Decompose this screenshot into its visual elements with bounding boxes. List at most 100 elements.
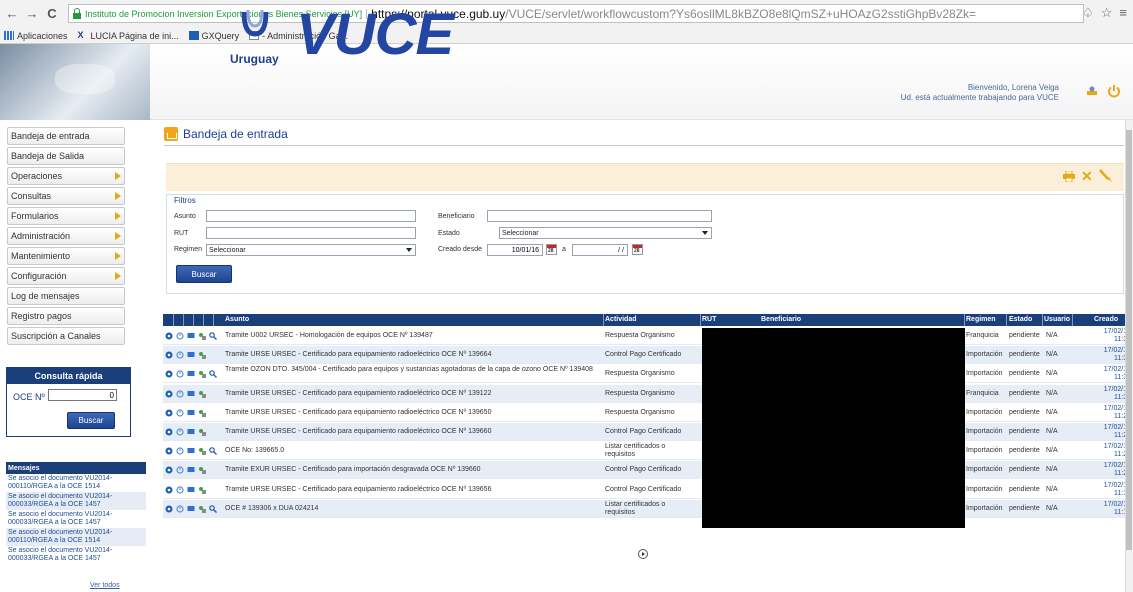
assign-icon[interactable] <box>198 409 206 417</box>
history-icon[interactable] <box>176 466 184 474</box>
search-icon[interactable] <box>209 447 217 456</box>
history-icon[interactable] <box>176 351 184 359</box>
message-item[interactable]: Se asocio el documento VU2014-000110/RGE… <box>6 528 146 546</box>
see-all-messages-link[interactable]: Ver todos <box>90 582 120 589</box>
sidebar-item-8[interactable]: Log de mensajes <box>7 287 125 305</box>
sidebar-item-6[interactable]: Mantenimiento <box>7 247 125 265</box>
open-icon[interactable] <box>165 428 173 436</box>
reload-icon[interactable]: C <box>44 6 60 22</box>
table-row[interactable]: Tramite URSE URSEC - Certificado para eq… <box>163 384 1133 403</box>
star-icon[interactable]: ☆ <box>1101 5 1113 21</box>
next-page-icon[interactable] <box>638 549 648 559</box>
address-bar[interactable]: Instituto de Promocion Inversion Exporta… <box>68 4 1084 23</box>
history-icon[interactable] <box>176 447 184 455</box>
calendar-icon[interactable]: 28 <box>632 244 643 255</box>
table-row[interactable]: Tramite URSE URSEC - Certificado para eq… <box>163 423 1133 441</box>
column-estado[interactable]: Estado <box>1009 316 1032 323</box>
asunto-input[interactable] <box>206 210 416 222</box>
table-row[interactable]: Tramite OZON DTO. 345/004 - Certificado … <box>163 365 1133 384</box>
history-icon[interactable] <box>176 332 184 340</box>
history-icon[interactable] <box>176 389 184 398</box>
open-icon[interactable] <box>165 390 173 398</box>
history-icon[interactable] <box>176 428 184 436</box>
comment-icon[interactable] <box>187 370 195 378</box>
quick-search-input[interactable] <box>48 389 117 401</box>
comment-icon[interactable] <box>187 390 195 398</box>
assign-icon[interactable] <box>198 351 206 360</box>
column-rut[interactable]: RUT <box>702 316 716 323</box>
assign-icon[interactable] <box>198 332 206 340</box>
column-regimen[interactable]: Regimen <box>966 316 996 323</box>
bookmark-lucia[interactable]: X LUCIA Página de ini... <box>78 31 179 41</box>
comment-icon[interactable] <box>187 447 195 455</box>
message-item[interactable]: Se asocio el documento VU2014-000033/RGE… <box>6 510 146 528</box>
table-row[interactable]: Tramite URSE URSEC - Certificado para eq… <box>163 481 1133 499</box>
assign-icon[interactable] <box>198 447 206 456</box>
open-icon[interactable] <box>165 466 173 474</box>
sidebar-item-3[interactable]: Consultas <box>7 187 125 205</box>
close-icon[interactable]: ✕ <box>1081 169 1093 183</box>
column-usuario[interactable]: Usuario <box>1044 316 1070 323</box>
open-icon[interactable] <box>165 447 173 455</box>
sidebar-item-0[interactable]: Bandeja de entrada <box>7 127 125 145</box>
comment-icon[interactable] <box>187 428 195 436</box>
translate-icon[interactable]: ♤ <box>1082 5 1094 21</box>
column-beneficiario[interactable]: Beneficiario <box>761 316 801 323</box>
column-asunto[interactable]: Asunto <box>225 316 249 323</box>
clear-filter-icon[interactable] <box>1098 168 1114 184</box>
column-creado[interactable]: Creado <box>1094 316 1118 323</box>
back-icon[interactable]: ← <box>4 6 20 22</box>
sidebar-item-4[interactable]: Formularios <box>7 207 125 225</box>
comment-icon[interactable] <box>187 505 195 513</box>
open-icon[interactable] <box>165 486 173 494</box>
open-icon[interactable] <box>165 370 173 378</box>
sidebar-item-9[interactable]: Registro pagos <box>7 307 125 325</box>
table-row[interactable]: Tramite URSE URSEC - Certificado para eq… <box>163 346 1133 365</box>
table-row[interactable]: Tramite U002 URSEC - Homologación de equ… <box>163 327 1133 345</box>
comment-icon[interactable] <box>187 332 195 340</box>
user-switch-icon[interactable] <box>1086 86 1098 96</box>
comment-icon[interactable] <box>187 486 195 494</box>
estado-select[interactable]: Seleccionar <box>499 227 712 239</box>
sidebar-item-10[interactable]: Suscripción a Canales <box>7 327 125 345</box>
sidebar-item-1[interactable]: Bandeja de Salida <box>7 147 125 165</box>
power-icon[interactable] <box>1107 84 1121 98</box>
forward-icon[interactable]: → <box>24 6 40 22</box>
history-icon[interactable] <box>176 370 184 378</box>
column-actividad[interactable]: Actividad <box>605 316 637 323</box>
beneficiario-input[interactable] <box>487 210 712 222</box>
sidebar-item-5[interactable]: Administración <box>7 227 125 245</box>
assign-icon[interactable] <box>198 505 206 513</box>
assign-icon[interactable] <box>198 428 206 436</box>
open-icon[interactable] <box>165 409 173 417</box>
table-row[interactable]: OCE # 139306 x DUA 024214 Listar certific… <box>163 499 1133 518</box>
history-icon[interactable] <box>176 409 184 417</box>
assign-icon[interactable] <box>198 370 206 379</box>
comment-icon[interactable] <box>187 351 195 359</box>
print-icon[interactable] <box>1063 171 1075 182</box>
sidebar-item-7[interactable]: Configuración <box>7 267 125 285</box>
table-row[interactable]: Tramite EXUR URSEC - Certificado para im… <box>163 461 1133 480</box>
quick-search-button[interactable]: Buscar <box>67 412 115 429</box>
comment-icon[interactable] <box>187 466 195 474</box>
assign-icon[interactable] <box>198 390 206 398</box>
message-item[interactable]: Se asocio el documento VU2014-000110/RGE… <box>6 474 146 492</box>
open-icon[interactable] <box>165 332 173 340</box>
open-icon[interactable] <box>165 351 173 359</box>
bookmark-gxquery[interactable]: GXQuery <box>188 31 239 41</box>
message-item[interactable]: Se asocio el documento VU2014-000033/RGE… <box>6 492 146 510</box>
sidebar-item-2[interactable]: Operaciones <box>7 167 125 185</box>
creado-to-input[interactable] <box>572 244 628 256</box>
rut-input[interactable] <box>206 227 416 239</box>
history-icon[interactable] <box>176 485 184 494</box>
history-icon[interactable] <box>176 505 184 513</box>
scrollbar-thumb[interactable] <box>1126 130 1132 550</box>
search-icon[interactable] <box>209 504 217 513</box>
assign-icon[interactable] <box>198 486 206 494</box>
menu-icon[interactable]: ≡ <box>1119 5 1127 21</box>
regimen-select[interactable]: Seleccionar <box>206 244 416 256</box>
search-icon[interactable] <box>209 332 217 340</box>
search-icon[interactable] <box>209 370 217 379</box>
table-row[interactable]: OCE No: 139665.0 Listar certificados o re… <box>163 442 1133 461</box>
calendar-icon[interactable]: 28 <box>546 244 557 255</box>
